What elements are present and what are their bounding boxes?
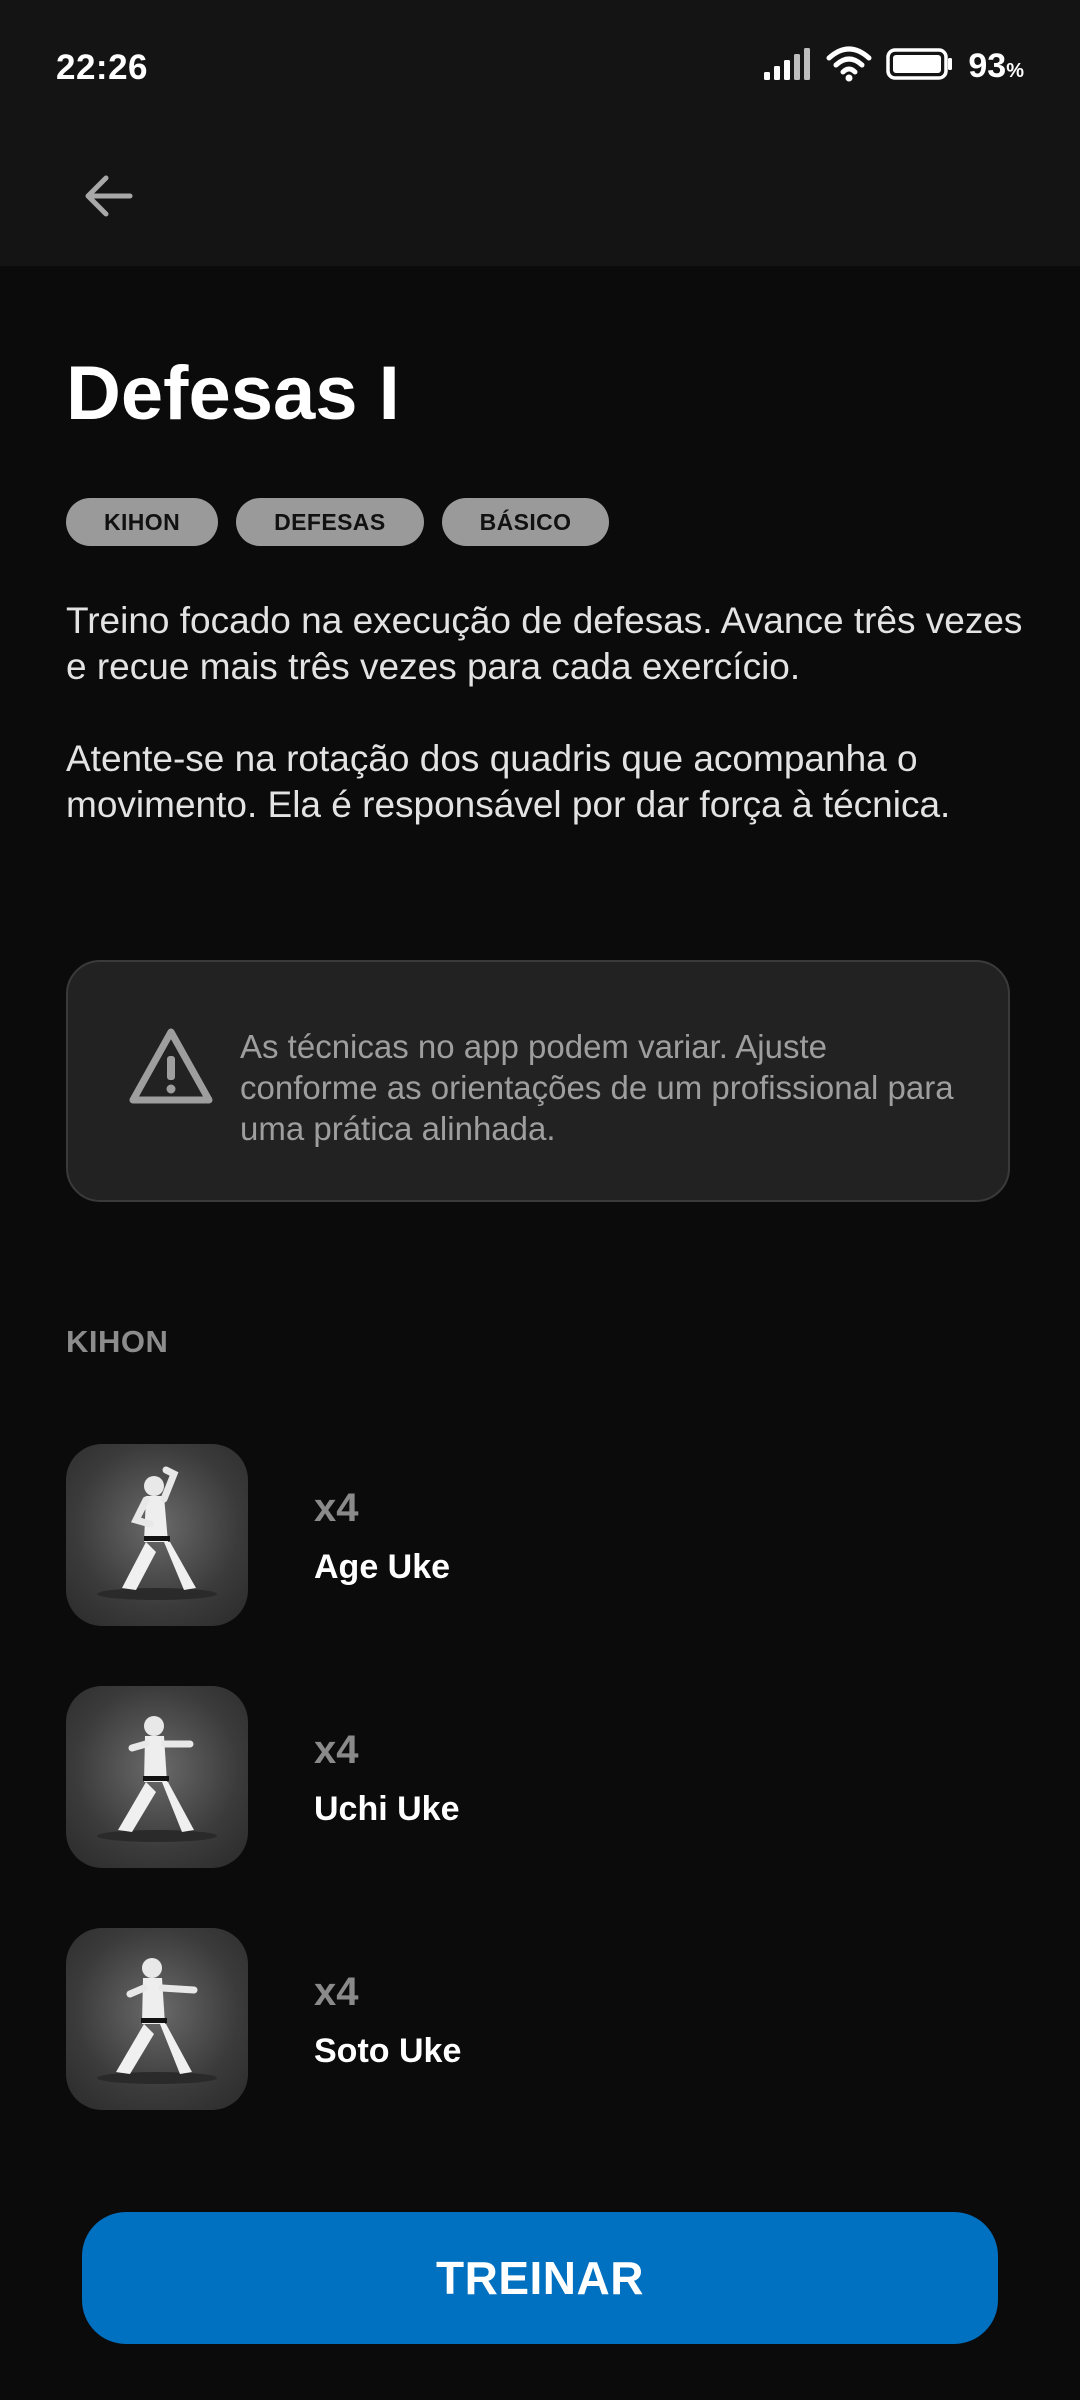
tag-defesas: DEFESAS [236, 498, 424, 546]
exercise-reps: x4 [314, 1728, 359, 1772]
back-button[interactable] [70, 160, 146, 236]
status-bar: 22:26 93% [0, 0, 1080, 140]
exercise-item-soto-uke[interactable]: x4 Soto Uke [66, 1928, 1026, 2110]
description-paragraph: Atente-se na rotação dos quadris que aco… [66, 738, 951, 825]
app-bar [0, 140, 1080, 266]
description: Treino focado na execução de defesas. Av… [66, 598, 1026, 874]
exercise-reps: x4 [314, 1486, 359, 1530]
exercise-list: x4 Age Uke x4 Uchi Uke x4 Soto Uke [66, 1444, 1026, 2170]
exercise-reps: x4 [314, 1970, 359, 2014]
exercise-name: Uchi Uke [314, 1790, 460, 1828]
section-label: KIHON [66, 1324, 169, 1359]
tag-list: KIHON DEFESAS BÁSICO [66, 498, 610, 546]
exercise-item-uchi-uke[interactable]: x4 Uchi Uke [66, 1686, 1026, 1868]
tag-kihon: KIHON [66, 498, 219, 546]
exercise-name: Age Uke [314, 1548, 451, 1586]
exercise-thumbnail [66, 1928, 248, 2110]
tag-basico: BÁSICO [441, 498, 610, 546]
warning-text: As técnicas no app podem variar. Ajuste … [240, 1028, 954, 1147]
exercise-thumbnail [66, 1686, 248, 1868]
exercise-item-age-uke[interactable]: x4 Age Uke [66, 1444, 1026, 1626]
warning-card: As técnicas no app podem variar. Ajuste … [66, 960, 1010, 1202]
page-title: Defesas I [66, 351, 400, 436]
exercise-name: Soto Uke [314, 2032, 462, 2070]
train-button[interactable]: TREINAR [82, 2212, 998, 2344]
battery-unit: % [1006, 60, 1024, 82]
status-icons: 93% [764, 46, 1024, 87]
battery-icon [886, 47, 954, 86]
battery-level: 93% [968, 47, 1024, 86]
signal-icon [764, 48, 812, 85]
exercise-thumbnail [66, 1444, 248, 1626]
battery-percent: 93 [968, 47, 1007, 85]
wifi-icon [826, 46, 872, 87]
warning-triangle-icon [128, 1026, 214, 1106]
description-paragraph: Treino focado na execução de defesas. Av… [66, 600, 1023, 687]
arrow-left-icon [82, 174, 134, 223]
status-time: 22:26 [56, 48, 149, 87]
